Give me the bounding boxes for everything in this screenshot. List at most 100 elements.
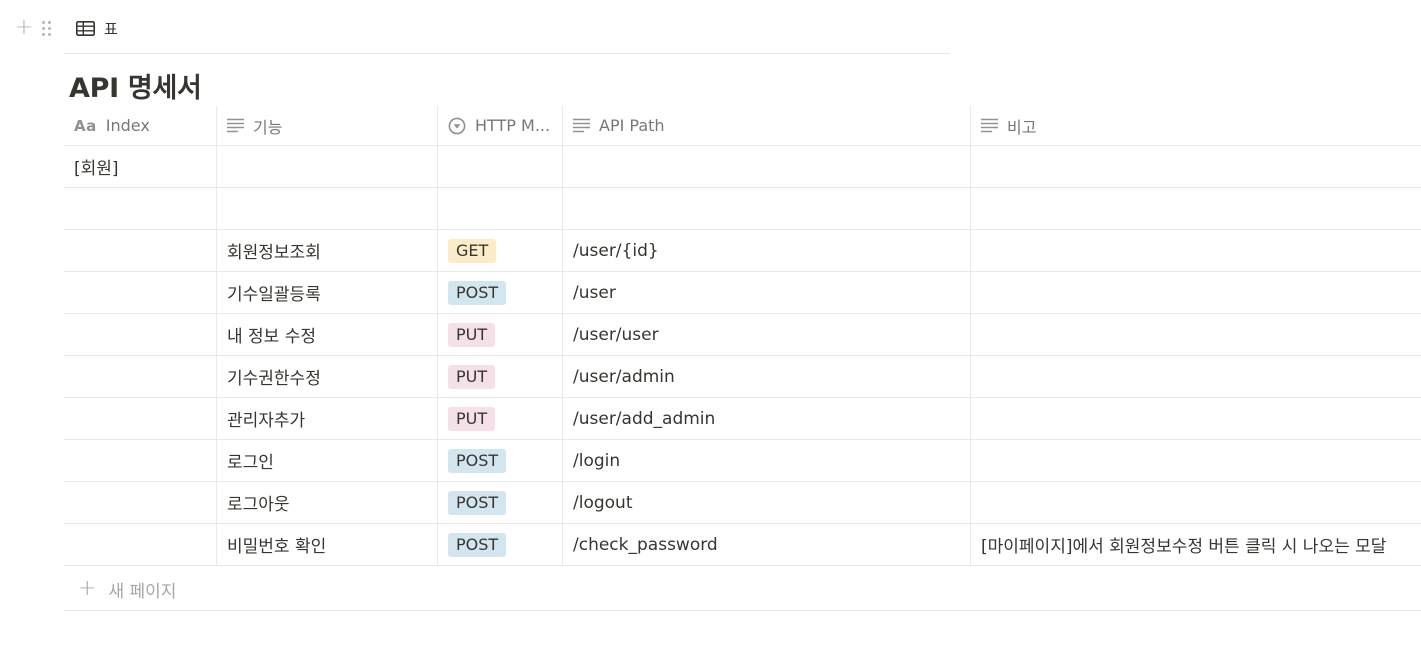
cell-index-text: [회원]	[74, 159, 119, 179]
cell-api-path-text: /user/add_admin	[573, 408, 716, 429]
http-method-tag: POST	[448, 490, 507, 515]
database-title[interactable]: API 명세서	[69, 66, 202, 105]
tab-table-view[interactable]: 표	[76, 18, 118, 39]
http-method-tag: POST	[448, 280, 507, 305]
cell-http-method[interactable]	[438, 146, 563, 187]
cell-note[interactable]	[971, 482, 1421, 523]
cell-note[interactable]	[971, 272, 1421, 313]
cell-feature[interactable]: 로그인	[217, 440, 438, 481]
cell-index[interactable]	[64, 440, 217, 481]
http-method-tag: POST	[448, 448, 507, 473]
table-row[interactable]: 관리자추가 PUT/user/add_admin	[64, 398, 1421, 440]
cell-index[interactable]	[64, 398, 217, 439]
cell-api-path[interactable]	[563, 146, 971, 187]
table-row[interactable]: 회원정보조회 GET/user/{id}	[64, 230, 1421, 272]
cell-feature[interactable]: 비밀번호 확인	[217, 524, 438, 565]
cell-api-path[interactable]: /check_password	[563, 524, 971, 565]
http-method-tag: POST	[448, 532, 507, 557]
cell-http-method[interactable]: PUT	[438, 314, 563, 355]
cell-feature-text: 비밀번호 확인	[227, 537, 327, 557]
table-header-row: Aa Index 기능 HTTP M... API Path 비고	[64, 106, 1421, 146]
column-header-note[interactable]: 비고	[971, 106, 1421, 145]
cell-api-path[interactable]: /user	[563, 272, 971, 313]
cell-index[interactable]: [회원]	[64, 146, 217, 187]
cell-index[interactable]	[64, 272, 217, 313]
plus-icon: +	[78, 576, 97, 601]
notion-page: + 표 API 명세서 Aa Index 기능 HTTP M... API Pa…	[0, 0, 1421, 648]
cell-http-method[interactable]: POST	[438, 440, 563, 481]
cell-feature[interactable]: 회원정보조회	[217, 230, 438, 271]
drag-handle-icon[interactable]	[42, 20, 51, 36]
cell-note[interactable]	[971, 230, 1421, 271]
view-tabs-bar: 표	[64, 0, 950, 54]
table-row[interactable]: 비밀번호 확인 POST/check_password [마이페이지]에서 회원정보…	[64, 524, 1421, 566]
cell-http-method[interactable]: GET	[438, 230, 563, 271]
cell-note[interactable]	[971, 356, 1421, 397]
cell-feature[interactable]: 기수일괄등록	[217, 272, 438, 313]
cell-feature-text: 기수일괄등록	[227, 285, 321, 305]
cell-note[interactable]	[971, 188, 1421, 229]
cell-feature[interactable]	[217, 146, 438, 187]
cell-feature-text: 기수권한수정	[227, 369, 321, 389]
cell-api-path-text: /user/user	[573, 324, 659, 345]
cell-api-path[interactable]: /user/add_admin	[563, 398, 971, 439]
column-header-api-path[interactable]: API Path	[563, 106, 971, 145]
cell-note[interactable]	[971, 314, 1421, 355]
cell-http-method[interactable]: PUT	[438, 356, 563, 397]
cell-http-method[interactable]: POST	[438, 482, 563, 523]
cell-index[interactable]	[64, 482, 217, 523]
add-block-icon[interactable]: +	[14, 17, 34, 39]
cell-http-method[interactable]: PUT	[438, 398, 563, 439]
new-page-button[interactable]: + 새 페이지	[64, 568, 1421, 611]
table-row[interactable]: 기수일괄등록 POST/user	[64, 272, 1421, 314]
cell-index[interactable]	[64, 314, 217, 355]
select-icon	[448, 117, 466, 134]
text-lines-icon	[981, 118, 998, 133]
table-icon	[76, 21, 95, 36]
table-row[interactable]: 기수권한수정 PUT/user/admin	[64, 356, 1421, 398]
cell-api-path[interactable]	[563, 188, 971, 229]
cell-api-path[interactable]: /login	[563, 440, 971, 481]
cell-index[interactable]	[64, 230, 217, 271]
cell-api-path[interactable]: /logout	[563, 482, 971, 523]
cell-http-method[interactable]: POST	[438, 272, 563, 313]
new-page-label: 새 페이지	[108, 581, 177, 602]
cell-index[interactable]	[64, 356, 217, 397]
http-method-tag: PUT	[448, 364, 496, 389]
cell-api-path[interactable]: /user/{id}	[563, 230, 971, 271]
table-row[interactable]: 로그아웃 POST/logout	[64, 482, 1421, 524]
cell-api-path-text: /user/admin	[573, 366, 675, 387]
table-row[interactable]: 로그인 POST/login	[64, 440, 1421, 482]
cell-note[interactable]	[971, 146, 1421, 187]
cell-api-path-text: /user	[573, 282, 616, 303]
cell-feature[interactable]: 내 정보 수정	[217, 314, 438, 355]
cell-api-path[interactable]: /user/admin	[563, 356, 971, 397]
cell-feature[interactable]	[217, 188, 438, 229]
cell-note[interactable]: [마이페이지]에서 회원정보수정 버튼 클릭 시 나오는 모달	[971, 524, 1421, 565]
text-lines-icon	[573, 118, 590, 133]
cell-api-path-text: /user/{id}	[573, 240, 659, 261]
cell-http-method[interactable]	[438, 188, 563, 229]
cell-http-method[interactable]: POST	[438, 524, 563, 565]
cell-feature[interactable]: 기수권한수정	[217, 356, 438, 397]
table-body: [회원] 회원정보조회 GET/user/{id} 기수일괄등록 POST/user 내 …	[64, 146, 1421, 566]
cell-feature[interactable]: 관리자추가	[217, 398, 438, 439]
cell-feature-text: 회원정보조회	[227, 243, 321, 263]
column-header-feature[interactable]: 기능	[217, 106, 438, 145]
text-lines-icon	[227, 118, 244, 133]
column-header-index[interactable]: Aa Index	[64, 106, 217, 145]
cell-feature-text: 로그인	[227, 453, 274, 473]
cell-note[interactable]	[971, 398, 1421, 439]
cell-feature[interactable]: 로그아웃	[217, 482, 438, 523]
cell-index[interactable]	[64, 188, 217, 229]
table-row[interactable]	[64, 188, 1421, 230]
cell-api-path[interactable]: /user/user	[563, 314, 971, 355]
cell-index[interactable]	[64, 524, 217, 565]
cell-api-path-text: /logout	[573, 492, 633, 513]
table-row[interactable]: 내 정보 수정 PUT/user/user	[64, 314, 1421, 356]
cell-feature-text: 로그아웃	[227, 495, 290, 515]
cell-feature-text: 내 정보 수정	[227, 327, 317, 347]
cell-note[interactable]	[971, 440, 1421, 481]
column-header-http-method[interactable]: HTTP M...	[438, 106, 563, 145]
table-row[interactable]: [회원]	[64, 146, 1421, 188]
